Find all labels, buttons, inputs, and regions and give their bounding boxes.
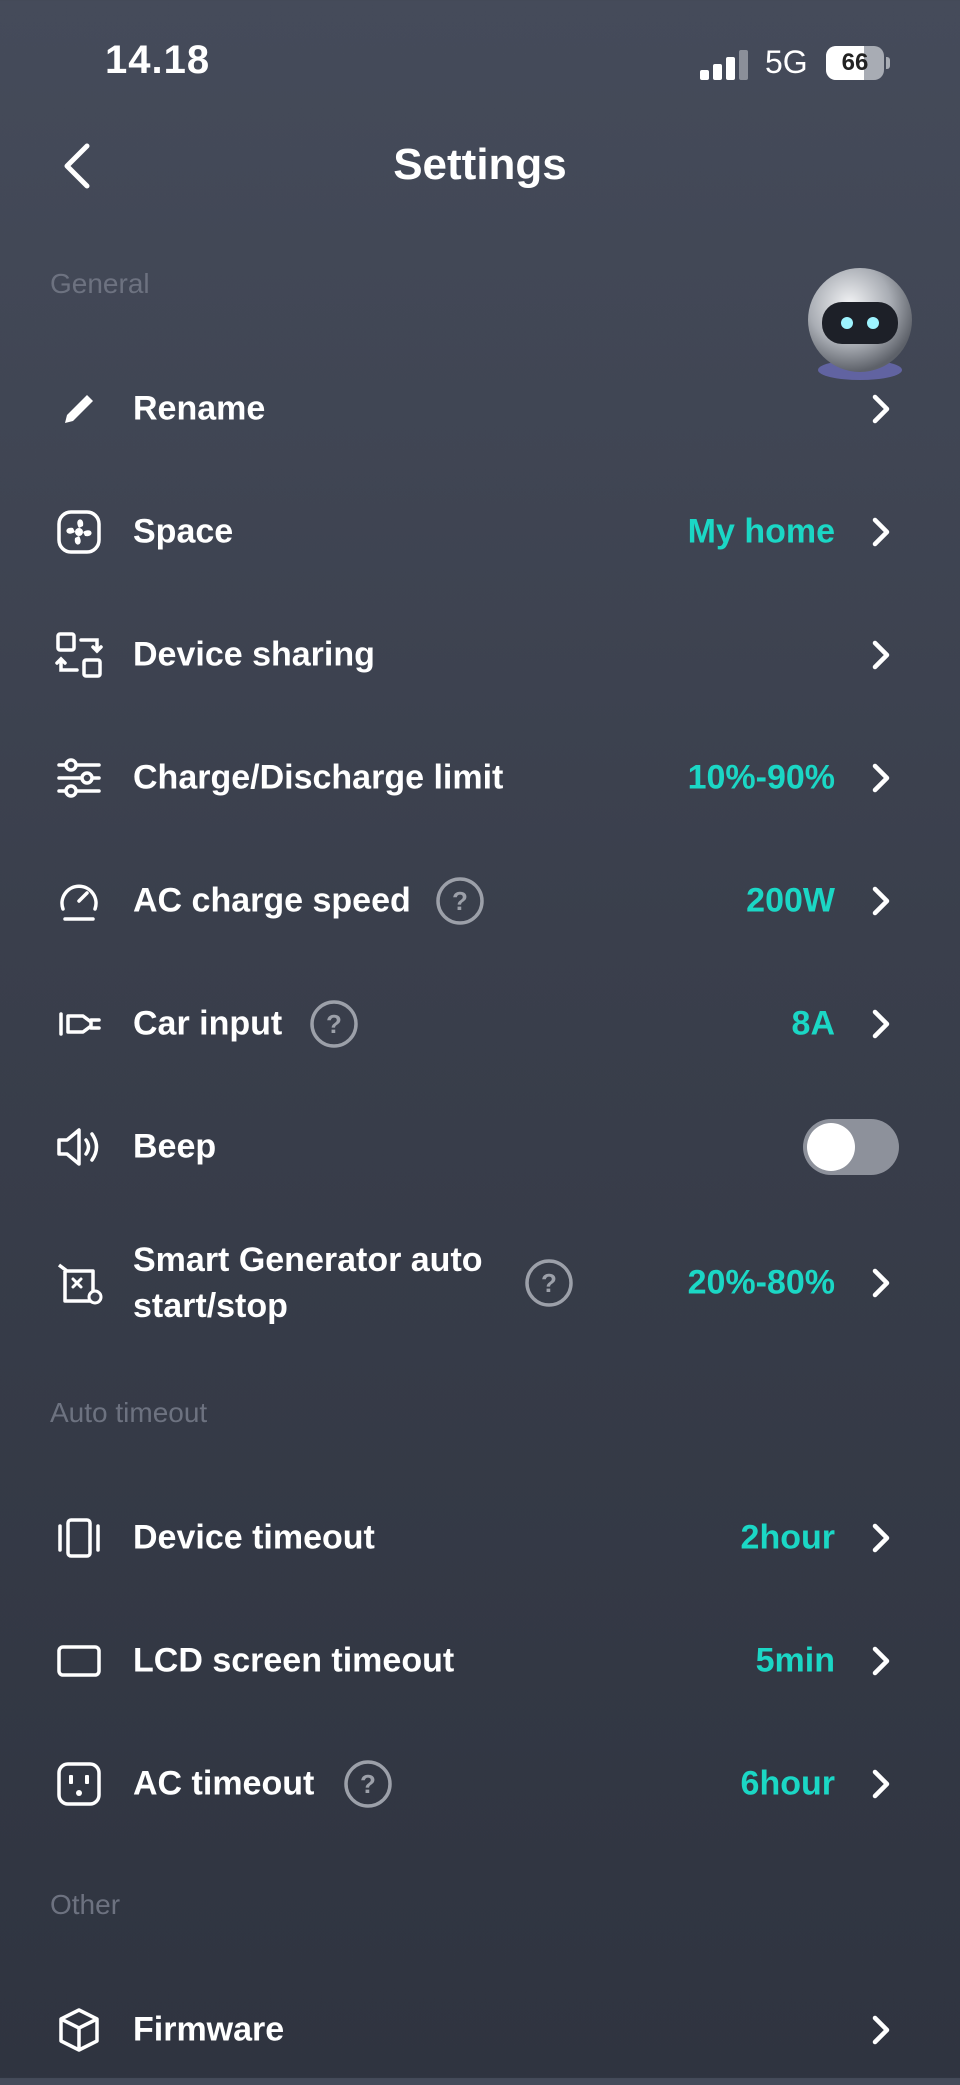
chevron-right-icon — [872, 2015, 890, 2045]
smart-generator-row[interactable]: Smart Generator auto start/stop ? 20%-80… — [0, 1225, 960, 1341]
fan-icon — [57, 510, 101, 554]
battery-level: 66 — [841, 49, 869, 76]
chevron-right-icon — [872, 1523, 890, 1553]
chevron-right-icon — [872, 886, 890, 916]
svg-text:?: ? — [541, 1268, 557, 1298]
rename-row[interactable]: Rename — [0, 354, 960, 464]
toggle-knob — [807, 1123, 855, 1171]
rename-label: Rename — [133, 389, 266, 428]
page-title: Settings — [393, 140, 567, 189]
status-time: 14.18 — [105, 38, 211, 82]
smart-generator-label-line2: start/stop — [133, 1287, 288, 1325]
network-label: 5G — [765, 44, 808, 80]
svg-text:?: ? — [452, 886, 468, 916]
ac-timeout-value: 6hour — [740, 1764, 835, 1803]
chevron-right-icon — [872, 763, 890, 793]
chevron-right-icon — [872, 1009, 890, 1039]
signal-icon — [700, 50, 752, 80]
help-icon[interactable]: ? — [524, 1258, 574, 1308]
help-icon[interactable]: ? — [343, 1759, 393, 1809]
ac-timeout-row[interactable]: AC timeout ? 6hour — [0, 1729, 960, 1839]
firmware-row[interactable]: Firmware — [0, 1975, 960, 2085]
space-row[interactable]: Space My home — [0, 477, 960, 587]
chevron-right-icon — [872, 1769, 890, 1799]
ac-charge-speed-label: AC charge speed — [133, 881, 411, 920]
chevron-right-icon — [872, 394, 890, 424]
charge-limit-label: Charge/Discharge limit — [133, 758, 504, 797]
device-sharing-row[interactable]: Device sharing — [0, 600, 960, 710]
smart-generator-label-line1: Smart Generator auto — [133, 1241, 483, 1279]
beep-row: Beep — [0, 1092, 960, 1202]
svg-text:?: ? — [360, 1769, 376, 1799]
help-icon[interactable]: ? — [309, 999, 359, 1049]
speedometer-icon — [60, 884, 98, 921]
beep-label: Beep — [133, 1127, 217, 1166]
charge-limit-row[interactable]: Charge/Discharge limit 10%-90% — [0, 723, 960, 833]
cube-icon — [59, 2008, 99, 2052]
section-auto-timeout: Auto timeout — [50, 1397, 208, 1428]
share-icon — [55, 632, 103, 678]
ac-outlet-icon — [57, 1762, 101, 1806]
lcd-timeout-label: LCD screen timeout — [133, 1641, 455, 1680]
lcd-timeout-row[interactable]: LCD screen timeout 5min — [0, 1606, 960, 1716]
car-input-label: Car input — [133, 1004, 283, 1043]
firmware-label: Firmware — [133, 2010, 285, 2049]
ac-timeout-label: AC timeout — [133, 1764, 315, 1803]
chevron-right-icon — [872, 1268, 890, 1298]
device-timeout-row[interactable]: Device timeout 2hour — [0, 1483, 960, 1593]
beep-toggle[interactable] — [803, 1119, 899, 1175]
ac-charge-speed-row[interactable]: AC charge speed ? 200W — [0, 846, 960, 956]
chevron-right-icon — [872, 1646, 890, 1676]
smart-generator-label: Smart Generator auto start/stop — [133, 1237, 483, 1329]
car-input-value: 8A — [791, 1004, 835, 1043]
car-input-row[interactable]: Car input ? 8A — [0, 969, 960, 1079]
generator-icon — [57, 1263, 103, 1305]
car-plug-icon — [59, 1012, 101, 1036]
section-other: Other — [50, 1889, 121, 1920]
device-timeout-label: Device timeout — [133, 1518, 375, 1557]
device-icon — [58, 1518, 100, 1558]
chevron-right-icon — [872, 640, 890, 670]
chevron-right-icon — [872, 517, 890, 547]
pencil-icon — [65, 395, 93, 423]
lcd-timeout-value: 5min — [755, 1641, 835, 1680]
ac-charge-speed-value: 200W — [746, 881, 835, 920]
help-icon[interactable]: ? — [435, 876, 485, 926]
battery-icon: 66 — [826, 46, 890, 80]
back-button[interactable] — [55, 136, 105, 196]
speaker-icon — [57, 1128, 99, 1166]
screen-icon — [57, 1645, 101, 1677]
space-value: My home — [687, 512, 835, 551]
device-sharing-label: Device sharing — [133, 635, 375, 674]
smart-generator-value: 20%-80% — [687, 1263, 835, 1302]
sliders-icon — [57, 758, 101, 798]
status-bar: 14.18 5G 66 — [0, 0, 960, 120]
section-general: General — [50, 268, 150, 299]
device-timeout-value: 2hour — [740, 1518, 835, 1557]
charge-limit-value: 10%-90% — [687, 758, 835, 797]
svg-text:?: ? — [326, 1009, 342, 1039]
header: Settings — [0, 120, 960, 210]
space-label: Space — [133, 512, 234, 551]
